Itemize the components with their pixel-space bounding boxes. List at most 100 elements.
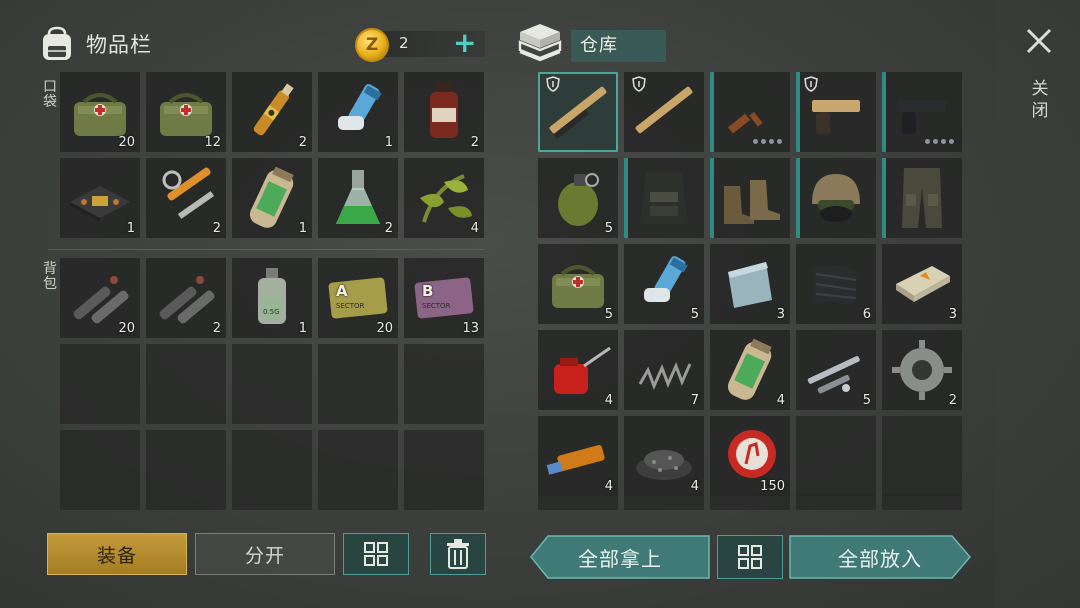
item-count: 1 — [126, 221, 135, 236]
item-slot-grenade[interactable]: 5 — [538, 158, 618, 238]
item-slot-ampoule[interactable]: 2 — [232, 72, 312, 152]
sort-inventory-button[interactable] — [343, 533, 409, 575]
shield-icon — [804, 76, 818, 92]
close-label[interactable]: 关闭 — [1030, 78, 1050, 122]
item-slot-bottle-cap[interactable]: 150 — [710, 416, 790, 496]
inventory-slot[interactable] — [710, 494, 790, 510]
empty-slot[interactable] — [882, 416, 962, 496]
item-slot-pistol[interactable] — [882, 72, 962, 152]
item-slot-usb-drive[interactable]: 4 — [538, 416, 618, 496]
item-count: 20 — [118, 135, 135, 150]
grid-sort-icon — [738, 545, 762, 569]
item-slot-combat-pants[interactable] — [882, 158, 962, 238]
inventory-slot[interactable] — [882, 494, 962, 510]
empty-slot[interactable] — [796, 416, 876, 496]
item-count: 2 — [384, 221, 393, 236]
coin-icon: Z — [355, 28, 389, 62]
item-slot-helmet[interactable] — [796, 158, 876, 238]
empty-slot[interactable] — [146, 430, 226, 510]
item-count: 1 — [298, 321, 307, 336]
item-slot-eraser-box[interactable]: 3 — [882, 244, 962, 324]
item-count: 4 — [776, 393, 785, 408]
equip-button[interactable]: 装备 — [47, 533, 187, 575]
add-coins-button[interactable]: + — [453, 28, 476, 58]
keycard-letter: A — [336, 282, 348, 300]
helmet-icon — [812, 174, 860, 222]
inventory-slot[interactable] — [624, 494, 704, 510]
item-count: 2 — [298, 135, 307, 150]
item-slot-inhaler[interactable]: 5 — [624, 244, 704, 324]
item-slot-circuit-board[interactable]: 1 — [60, 158, 140, 238]
item-count: 13 — [462, 321, 479, 336]
empty-slot[interactable] — [318, 344, 398, 424]
empty-slot[interactable] — [318, 430, 398, 510]
item-count: 20 — [118, 321, 135, 336]
put-all-label: 全部放入 — [838, 546, 922, 571]
item-slot-shotgun[interactable] — [538, 72, 618, 152]
item-slot-tactical-vest[interactable] — [624, 158, 704, 238]
bottle-label: 0.5G — [263, 308, 280, 316]
trash-button[interactable] — [430, 533, 486, 575]
empty-slot[interactable] — [404, 430, 484, 510]
empty-slot[interactable] — [404, 344, 484, 424]
item-slot-herbs[interactable]: 4 — [404, 158, 484, 238]
item-count: 4 — [604, 393, 613, 408]
item-slot-flask[interactable]: 2 — [318, 158, 398, 238]
empty-slot[interactable] — [60, 430, 140, 510]
inventory-header: 物品栏 — [40, 22, 152, 66]
item-count: 4 — [690, 479, 699, 494]
item-slot-keycard-a[interactable]: A SECTOR 20 — [318, 258, 398, 338]
empty-slot[interactable] — [232, 344, 312, 424]
item-slot-gun-parts[interactable]: 5 — [796, 330, 876, 410]
empty-slot[interactable] — [232, 430, 312, 510]
item-slot-oil-can[interactable]: 4 — [538, 330, 618, 410]
item-slot-medkit-bag[interactable]: 20 — [60, 72, 140, 152]
item-slot-spring[interactable]: 7 — [624, 330, 704, 410]
item-count: 4 — [604, 479, 613, 494]
item-count: 2 — [212, 321, 221, 336]
item-slot-shotgun[interactable] — [624, 72, 704, 152]
item-slot-hydraulic-parts[interactable]: 2 — [146, 158, 226, 238]
close-icon[interactable] — [1024, 26, 1054, 56]
item-slot-pipe-parts[interactable]: 2 — [146, 258, 226, 338]
item-slot-fabric-roll[interactable]: 6 — [796, 244, 876, 324]
inventory-slot[interactable] — [538, 494, 618, 510]
backpack-grid: 20 2 0.5G 1 A SECTOR 20 B SECTOR 13 — [60, 258, 484, 510]
item-slot-chemical-canister[interactable]: 4 — [710, 330, 790, 410]
pocket-label: 口袋 — [43, 79, 57, 110]
put-all-button[interactable]: 全部放入 — [789, 535, 971, 579]
take-all-button[interactable]: 全部拿上 — [530, 535, 710, 579]
item-slot-metal-plate[interactable]: 3 — [710, 244, 790, 324]
item-slot-chemical-canister[interactable]: 1 — [232, 158, 312, 238]
empty-slot[interactable] — [60, 344, 140, 424]
item-slot-pipe-parts[interactable]: 20 — [60, 258, 140, 338]
item-slot-medicine-bottle[interactable]: 2 — [404, 72, 484, 152]
split-button[interactable]: 分开 — [195, 533, 335, 575]
item-count: 2 — [948, 393, 957, 408]
item-count: 150 — [760, 479, 785, 494]
item-slot-combat-boots[interactable] — [710, 158, 790, 238]
item-slot-gravel-pile[interactable]: 4 — [624, 416, 704, 496]
item-count: 5 — [690, 307, 699, 322]
section-divider — [48, 249, 485, 250]
combat-pants-icon — [902, 168, 942, 228]
item-count: 5 — [862, 393, 871, 408]
item-slot-assault-rifle[interactable] — [710, 72, 790, 152]
shield-icon — [632, 76, 646, 92]
upgrade-dots — [925, 139, 954, 144]
warehouse-title: 仓库 — [571, 30, 666, 62]
item-slot-keycard-b[interactable]: B SECTOR 13 — [404, 258, 484, 338]
backpack-icon — [43, 26, 71, 60]
take-all-label: 全部拿上 — [578, 546, 662, 571]
inventory-slot[interactable] — [796, 494, 876, 510]
item-slot-medkit-bag[interactable]: 5 — [538, 244, 618, 324]
item-slot-inhaler[interactable]: 1 — [318, 72, 398, 152]
item-slot-pistol-gold[interactable] — [796, 72, 876, 152]
item-count: 7 — [690, 393, 699, 408]
item-slot-gear[interactable]: 2 — [882, 330, 962, 410]
item-slot-small-bottle[interactable]: 0.5G 1 — [232, 258, 312, 338]
empty-slot[interactable] — [146, 344, 226, 424]
coin-counter: Z 2 + — [355, 28, 485, 62]
sort-warehouse-button[interactable] — [717, 535, 783, 579]
item-slot-medkit-bag[interactable]: 12 — [146, 72, 226, 152]
